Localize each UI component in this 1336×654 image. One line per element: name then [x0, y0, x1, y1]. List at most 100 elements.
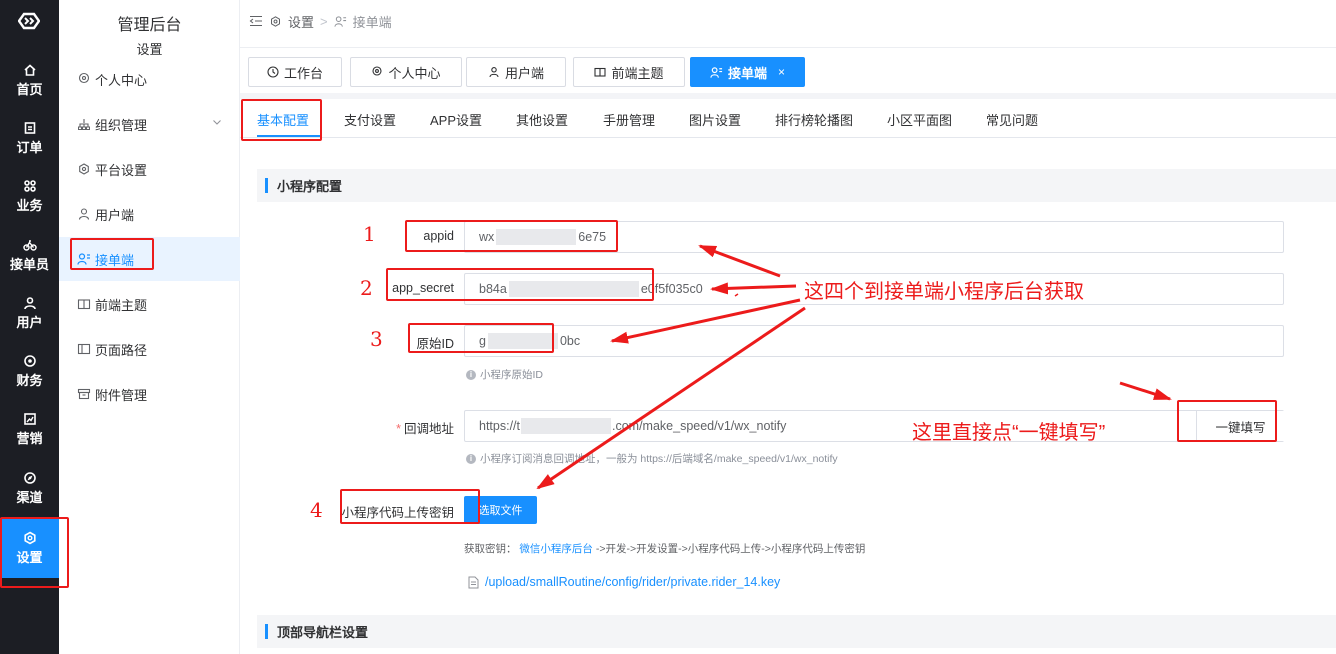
chevron-down-icon: [213, 120, 221, 125]
tag-label: 个人中心: [388, 65, 441, 81]
tag-workbench[interactable]: 工作台: [248, 57, 342, 87]
breadcrumb-level1[interactable]: 设置: [288, 12, 314, 31]
tag-user-client[interactable]: 用户端: [466, 57, 566, 87]
section-title: 顶部导航栏设置: [277, 625, 369, 640]
breadcrumb: 设置 > 接单端: [249, 12, 392, 30]
acquire-path: ->开发->开发设置->小程序代码上传->小程序代码上传密钥: [595, 543, 866, 555]
tab-manual[interactable]: 手册管理: [603, 110, 655, 129]
rail-label: 首页: [16, 81, 43, 97]
sidebar-item-theme[interactable]: 前端主题: [59, 282, 240, 326]
gear-icon: [270, 15, 281, 27]
rail-item-home[interactable]: 首页: [0, 52, 59, 108]
annotation-text-main: 这四个到接单端小程序后台获取: [804, 281, 1084, 303]
rail-item-orders[interactable]: 订单: [0, 110, 59, 166]
original-id-hint: i 小程序原始ID: [466, 367, 543, 382]
section-title: 小程序配置: [277, 179, 343, 194]
file-path[interactable]: /upload/smallRoutine/config/rider/privat…: [485, 575, 780, 589]
acquire-key-instructions: 获取密钥： 微信小程序后台 ->开发->开发设置->小程序代码上传->小程序代码…: [464, 541, 865, 556]
tag-label: 工作台: [283, 65, 323, 81]
tag-theme[interactable]: 前端主题: [573, 57, 685, 87]
callback-masked: [521, 418, 611, 434]
sidebar-item-label: 个人中心: [95, 72, 148, 88]
tag-label: 用户端: [504, 65, 544, 81]
close-icon[interactable]: ×: [778, 65, 785, 79]
sidebar-item-label: 组织管理: [95, 117, 148, 133]
org-icon: [78, 119, 90, 130]
book-icon: [77, 299, 91, 310]
sidebar-item-org[interactable]: 组织管理: [59, 102, 240, 146]
rail-item-business[interactable]: 业务: [0, 168, 59, 224]
callback-value-end: .com/make_speed/v1/wx_notify: [612, 419, 787, 433]
tag-profile[interactable]: 个人中心: [350, 57, 462, 87]
rail-label: 业务: [16, 197, 43, 213]
info-icon: i: [466, 453, 476, 464]
original-id-value-end: 0bc: [559, 334, 581, 348]
rail-item-finance[interactable]: 财务: [0, 343, 59, 399]
box-icon: [77, 388, 91, 400]
info-icon: i: [466, 369, 476, 380]
sidebar-item-attachments[interactable]: 附件管理: [59, 372, 240, 416]
annotation-number-1: 1: [363, 222, 376, 246]
rail-label: 订单: [16, 139, 43, 155]
tab-payment[interactable]: 支付设置: [344, 110, 396, 129]
home-icon: [23, 63, 36, 76]
user-icon: [78, 208, 90, 220]
rail-item-rider[interactable]: 接单员: [0, 227, 59, 283]
annotation-box-app-secret: [386, 268, 654, 301]
uploaded-key-file[interactable]: /upload/smallRoutine/config/rider/privat…: [468, 575, 780, 589]
callback-hint: i 小程序订阅消息回调地址，一般为 https://后端域名/make_spee…: [466, 451, 838, 466]
tab-images[interactable]: 图片设置: [689, 110, 741, 129]
annotation-box-basic-tab: [241, 99, 322, 141]
rail-label: 财务: [16, 372, 43, 388]
sidebar-item-label: 平台设置: [95, 162, 148, 178]
rail-label: 渠道: [16, 489, 43, 505]
sidebar-item-label: 前端主题: [95, 297, 148, 313]
user-icon: [489, 67, 499, 78]
section-top-nav: 顶部导航栏设置: [257, 615, 1336, 648]
rail-item-channel[interactable]: 渠道: [0, 460, 59, 516]
callback-label-text: 回调地址: [403, 422, 454, 436]
rail-item-user[interactable]: 用户: [0, 285, 59, 341]
breadcrumb-separator: >: [320, 13, 328, 29]
rail-label: 营销: [16, 430, 43, 446]
settings-tabs: 基本配置 支付设置 APP设置 其他设置 手册管理 图片设置 排行榜轮播图 小区…: [240, 99, 1336, 138]
tab-app[interactable]: APP设置: [430, 110, 482, 129]
rider-icon: [710, 66, 723, 78]
annotation-box-original-id: [408, 323, 554, 353]
sidebar-item-page-path[interactable]: 页面路径: [59, 327, 240, 371]
annotation-number-3: 3: [370, 327, 383, 351]
original-id-input[interactable]: g 0bc: [464, 325, 1284, 357]
user-icon: [23, 296, 36, 309]
clock-icon: [267, 66, 279, 78]
sidebar-item-user-client[interactable]: 用户端: [59, 192, 240, 236]
tag-rider-client[interactable]: 接单端 ×: [690, 57, 805, 87]
sidebar-item-label: 用户端: [95, 207, 135, 223]
sidebar-title: 管理后台: [117, 17, 182, 34]
location-icon: [372, 66, 383, 76]
tab-other[interactable]: 其他设置: [516, 110, 568, 129]
tab-ranking-carousel[interactable]: 排行榜轮播图: [775, 110, 853, 129]
sidebar-subtitle: 设置: [136, 42, 163, 57]
section-mini-program: 小程序配置: [257, 169, 1336, 202]
sidebar-item-platform[interactable]: 平台设置: [59, 147, 240, 191]
rail-label: 接单员: [9, 256, 49, 272]
rail-label: 用户: [16, 314, 43, 330]
book-icon: [594, 67, 607, 77]
hint-text: 小程序原始ID: [480, 369, 543, 381]
callback-input[interactable]: https://t .com/make_speed/v1/wx_notify: [464, 410, 1284, 442]
acquire-prefix: 获取密钥：: [464, 543, 517, 555]
rail-item-marketing[interactable]: 营销: [0, 401, 59, 457]
finance-icon: [23, 354, 36, 367]
command-icon: [23, 179, 36, 192]
wechat-backend-link[interactable]: 微信小程序后台: [519, 543, 593, 555]
annotation-text-fill: 这里直接点“一键填写”: [912, 422, 1106, 444]
collapse-menu-icon[interactable]: [249, 15, 263, 27]
tab-community-map[interactable]: 小区平面图: [887, 110, 952, 129]
hint-text: 小程序订阅消息回调地址，一般为 https://后端域名/make_speed/…: [480, 453, 838, 465]
sidebar-item-label: 附件管理: [95, 387, 148, 403]
annotation-box-upload: [340, 489, 480, 524]
sidebar-item-profile[interactable]: 个人中心: [59, 57, 240, 101]
page-icon: [77, 343, 91, 355]
tab-faq[interactable]: 常见问题: [986, 110, 1038, 129]
callback-value-start: https://t: [479, 419, 520, 433]
